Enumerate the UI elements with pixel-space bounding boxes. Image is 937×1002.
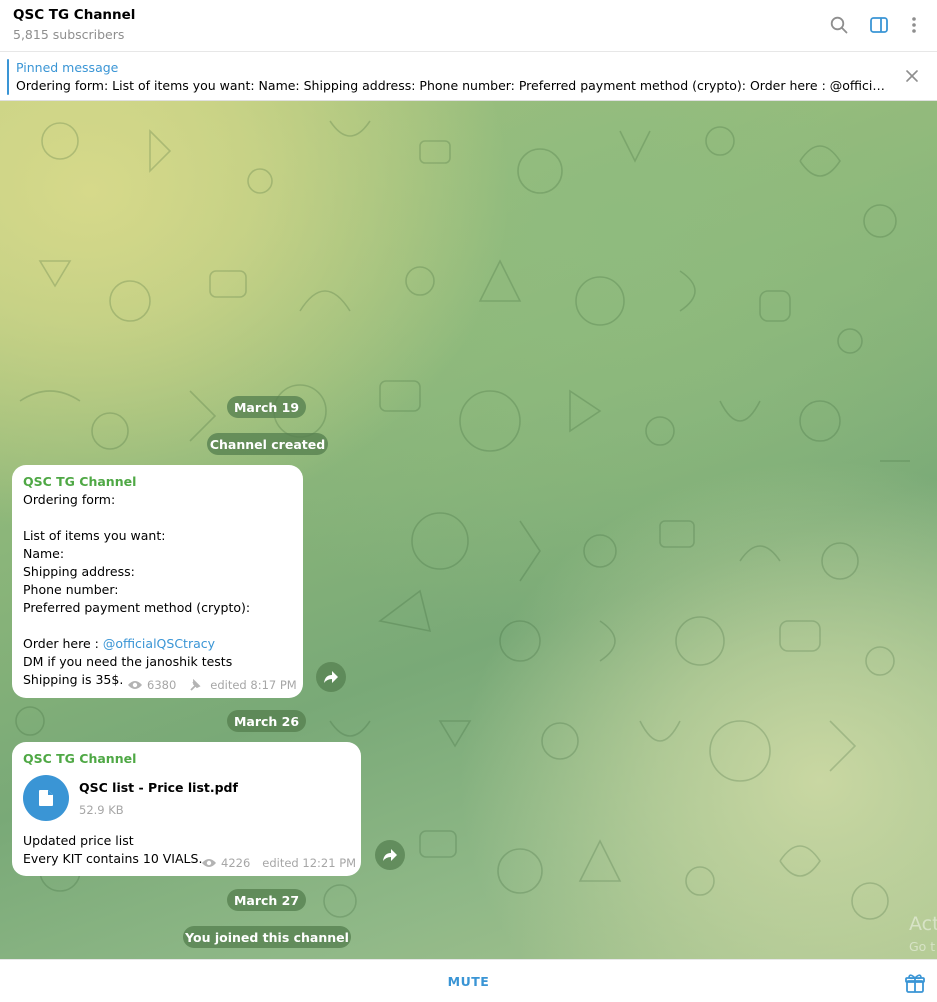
pinned-label: Pinned message [16,60,119,75]
message-meta: 6380 edited 8:17 PM [127,678,297,692]
chat-area[interactable]: March 19 Channel created QSC TG Channel … [0,101,937,959]
message-line: Name: [23,546,65,561]
share-arrow-icon [324,671,338,683]
message-line: Shipping address: [23,564,135,579]
message-sender[interactable]: QSC TG Channel [23,750,350,768]
share-button[interactable] [316,662,346,692]
activation-watermark-title: Act [909,913,937,935]
bottom-bar: MUTE [0,959,937,1002]
gift-icon[interactable] [904,972,926,994]
service-message: You joined this channel [183,926,351,948]
activation-watermark-text: Go t [909,939,936,954]
search-icon[interactable] [828,14,850,36]
pinned-accent-bar [7,59,9,95]
service-message: Channel created [207,433,328,455]
message-line: DM if you need the janoshik tests [23,654,233,669]
message-meta: 4226 edited 12:21 PM [201,856,356,870]
sidebar-toggle-icon[interactable] [868,14,890,36]
username-link[interactable]: @officialQSCtracy [103,636,215,651]
more-vertical-icon[interactable] [903,14,925,36]
share-button[interactable] [375,840,405,870]
message-line [23,509,292,527]
close-pinned-icon[interactable] [904,68,920,84]
subscriber-count: 5,815 subscribers [13,27,125,42]
channel-title[interactable]: QSC TG Channel [13,7,135,23]
views-eye-icon [128,681,142,689]
message-line: Phone number: [23,582,119,597]
file-download-button[interactable] [23,775,69,821]
document-icon [39,790,53,806]
message-line: Updated price list [23,833,134,848]
date-separator: March 19 [227,396,306,418]
mute-button[interactable]: MUTE [0,960,937,1002]
message-line: Ordering form: [23,492,116,507]
message-line [23,617,292,635]
edited-time: edited 12:21 PM [262,856,357,870]
message-line-order: Order here : @officialQSCtracy [23,635,292,653]
pinned-text: Ordering form: List of items you want: N… [16,78,886,93]
chat-header[interactable]: QSC TG Channel 5,815 subscribers [0,0,937,52]
file-size: 52.9 KB [79,803,124,817]
pin-icon [190,679,201,691]
views-eye-icon [202,859,216,867]
date-separator: March 26 [227,710,306,732]
message-bubble[interactable]: QSC TG Channel Ordering form: List of it… [12,465,303,698]
date-separator: March 27 [227,889,306,911]
share-arrow-icon [383,849,397,861]
message-sender[interactable]: QSC TG Channel [23,473,292,491]
message-bubble[interactable]: QSC TG Channel QSC list - Price list.pdf… [12,742,361,876]
message-line: List of items you want: [23,528,166,543]
order-prefix: Order here : [23,636,103,651]
view-count: 4226 [221,856,251,870]
file-name[interactable]: QSC list - Price list.pdf [79,780,238,795]
message-line: Preferred payment method (crypto): [23,600,251,615]
edited-time: edited 8:17 PM [210,678,297,692]
message-line: Every KIT contains 10 VIALS. [23,851,203,866]
view-count: 6380 [147,678,177,692]
pinned-message-bar[interactable]: Pinned message Ordering form: List of it… [0,53,937,101]
